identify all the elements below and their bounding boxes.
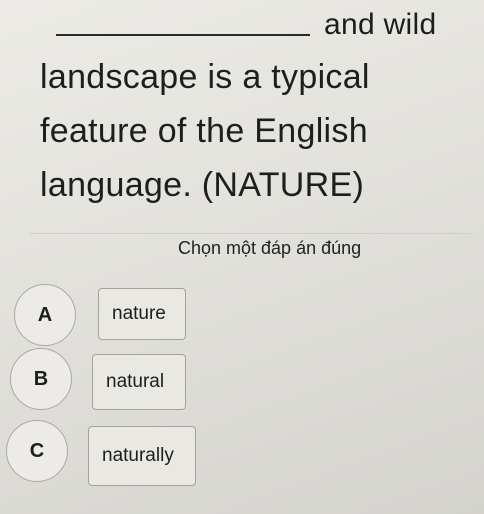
question-line-3: feature of the English	[40, 112, 368, 150]
option-a-answer[interactable]: nature	[98, 288, 186, 340]
option-c-answer[interactable]: naturally	[88, 426, 196, 486]
instruction-text: Chọn một đáp án đúng	[178, 238, 362, 258]
option-b[interactable]: B natural	[0, 348, 484, 418]
option-b-letter[interactable]: B	[10, 348, 72, 410]
option-c-letter[interactable]: C	[6, 420, 68, 482]
divider	[30, 233, 470, 234]
option-c[interactable]: C naturally	[0, 418, 484, 492]
question-line-2: landscape is a typical	[40, 58, 370, 96]
question-line-4: language. (NATURE)	[40, 166, 365, 204]
question-line-1: and wild	[324, 8, 437, 41]
option-a[interactable]: A nature	[0, 280, 484, 350]
option-a-letter[interactable]: A	[14, 284, 76, 346]
answer-blank	[56, 34, 310, 36]
question-text: and wild landscape is a typical feature …	[0, 0, 484, 230]
option-b-answer[interactable]: natural	[92, 354, 186, 410]
